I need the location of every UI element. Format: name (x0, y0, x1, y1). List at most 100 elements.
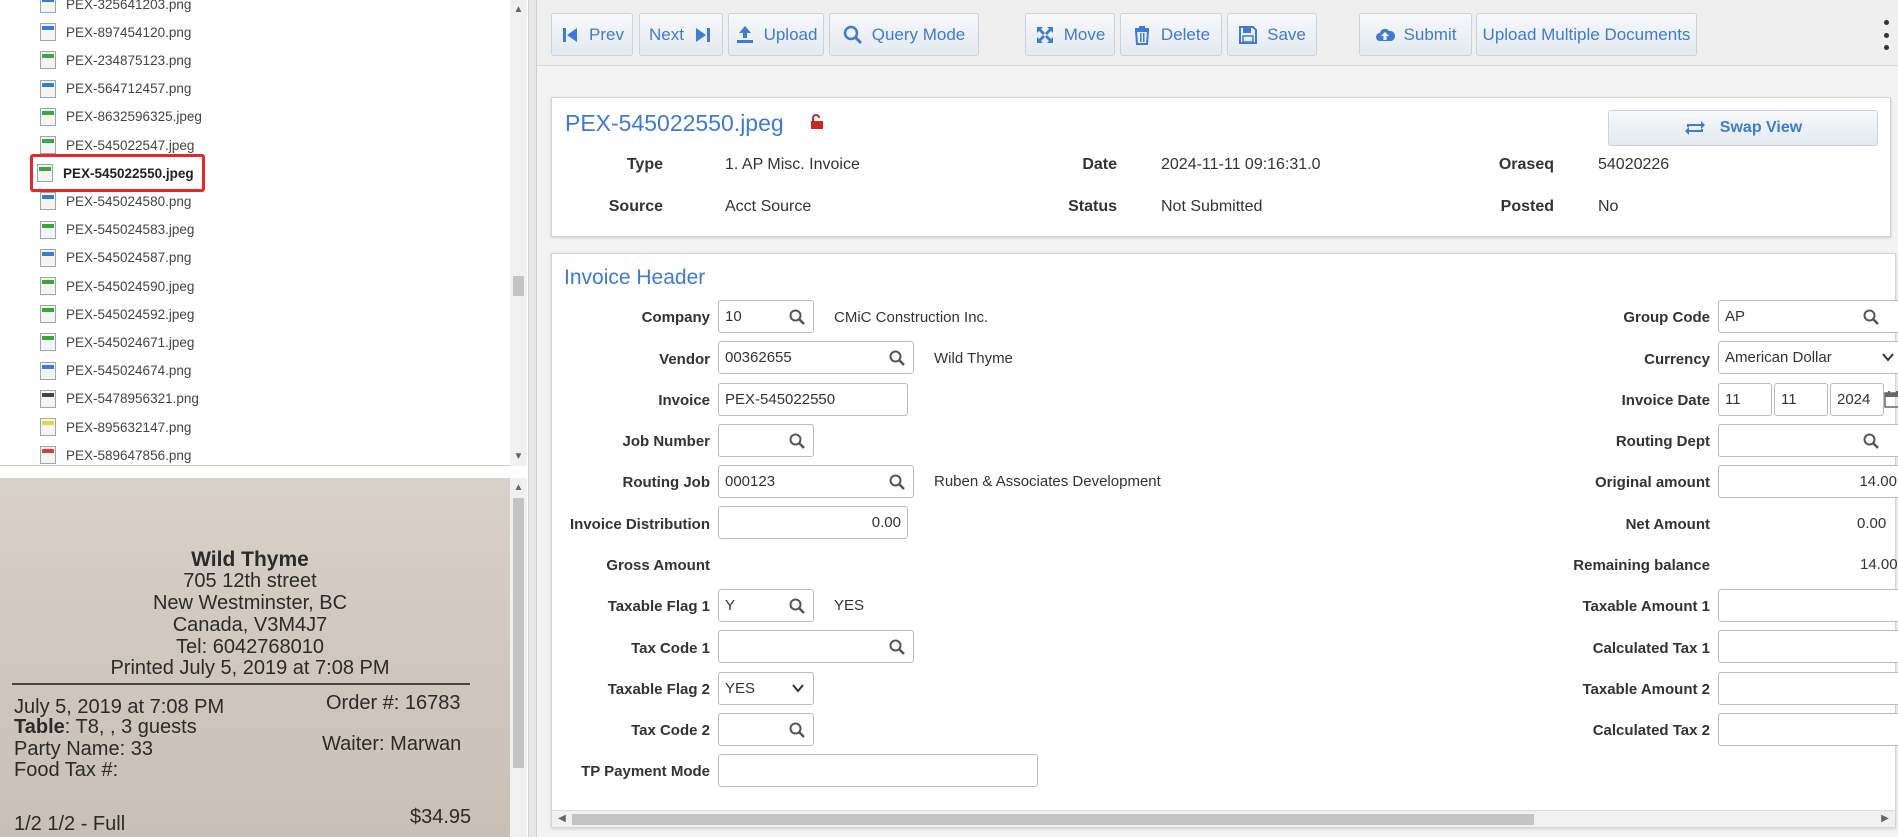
scroll-left-arrow[interactable]: ◀ (556, 813, 568, 825)
receipt-order: Order #: 16783 (326, 692, 461, 714)
tp-payment-mode-input[interactable] (718, 754, 1038, 787)
calculated-tax1-input[interactable] (1718, 630, 1898, 663)
next-button[interactable]: Next (639, 13, 723, 56)
group-code-input[interactable]: AP (1718, 300, 1898, 333)
horizontal-scrollbar[interactable]: ◀ ▶ (552, 810, 1895, 827)
search-icon[interactable] (889, 639, 905, 655)
file-item-label: PEX-545022550.jpeg (63, 165, 194, 181)
taxable-amount1-input[interactable] (1718, 589, 1898, 622)
company-input[interactable]: 10 (718, 300, 814, 333)
routing-job-label: Routing Job (622, 474, 710, 491)
file-list-scrollbar[interactable]: ▲ ▼ (510, 0, 527, 466)
calculated-tax2-input[interactable] (1718, 713, 1898, 746)
file-image-icon (40, 107, 56, 126)
right-pane: Prev Next Upload Query Mode Move Delete … (537, 0, 1898, 837)
skip-forward-icon (695, 27, 710, 42)
taxable-flag2-select[interactable]: YES (718, 672, 814, 705)
preview-scroll-up-arrow[interactable]: ▲ (513, 482, 524, 493)
search-icon[interactable] (789, 309, 805, 325)
file-item-selected[interactable]: PEX-545022550.jpeg (30, 154, 205, 193)
file-item[interactable]: PEX-564712457.png (40, 77, 191, 101)
horizontal-scroll-thumb[interactable] (572, 814, 1534, 825)
file-image-icon (40, 51, 56, 70)
toolbar: Prev Next Upload Query Mode Move Delete … (537, 0, 1898, 66)
receipt-image: Wild Thyme 705 12th street New Westminst… (0, 478, 500, 837)
upload-label: Upload (763, 24, 818, 44)
file-image-icon (40, 136, 56, 154)
scroll-right-arrow[interactable]: ▶ (1879, 813, 1891, 825)
file-list: PEX-325641203.png PEX-897454120.png PEX-23… (0, 0, 510, 466)
routing-dept-input[interactable] (1718, 424, 1898, 457)
currency-label: Currency (1644, 351, 1710, 368)
pane-splitter[interactable] (528, 0, 537, 837)
prev-button[interactable]: Prev (551, 13, 633, 56)
scroll-up-arrow[interactable]: ▲ (513, 4, 524, 15)
search-icon[interactable] (1863, 433, 1879, 449)
file-item[interactable]: PEX-325641203.png (40, 0, 191, 16)
job-number-input[interactable] (718, 424, 814, 457)
invoice-header-title: Invoice Header (564, 266, 706, 289)
tax-code2-input[interactable] (718, 713, 814, 746)
vendor-input[interactable]: 00362655 (718, 341, 914, 374)
receipt-street: 705 12th street (183, 570, 317, 592)
preview-scrollbar[interactable]: ▲ (510, 478, 527, 837)
file-item-label: PEX-545024587.png (66, 250, 192, 266)
move-button[interactable]: Move (1025, 13, 1115, 56)
document-info-panel: PEX-545022550.jpeg Swap View Type 1. AP … (551, 97, 1891, 237)
calendar-icon[interactable] (1884, 390, 1898, 408)
file-item[interactable]: PEX-234875123.png (40, 48, 191, 72)
taxable-flag1-input[interactable]: Y (718, 589, 814, 622)
search-icon[interactable] (1863, 309, 1879, 325)
upload-button[interactable]: Upload (728, 13, 824, 56)
file-item[interactable]: PEX-589647856.png (40, 443, 191, 465)
preview-scroll-thumb[interactable] (513, 498, 524, 768)
delete-button[interactable]: Delete (1120, 13, 1222, 56)
more-menu-icon[interactable] (1884, 20, 1890, 50)
swap-view-button[interactable]: Swap View (1608, 110, 1878, 146)
chevron-down-icon (792, 684, 804, 693)
upload-multiple-button[interactable]: Upload Multiple Documents (1476, 13, 1697, 56)
currency-select[interactable]: American Dollar (1718, 341, 1898, 374)
save-button[interactable]: Save (1227, 13, 1317, 56)
file-image-icon (40, 361, 56, 380)
scroll-down-arrow[interactable]: ▼ (513, 451, 524, 462)
invoice-date-year[interactable]: 2024 (1830, 383, 1884, 416)
query-mode-button[interactable]: Query Mode (829, 13, 979, 56)
invoice-date-day[interactable]: 11 (1774, 383, 1828, 416)
file-item[interactable]: PEX-545024580.png (40, 189, 191, 213)
company-value: 10 (725, 308, 742, 325)
file-item[interactable]: PEX-545024583.jpeg (40, 218, 194, 242)
file-image-icon (40, 418, 56, 436)
net-amount-value: 0.00 (1857, 515, 1887, 532)
routing-job-value: 000123 (725, 473, 776, 490)
file-item[interactable]: PEX-5478956321.png (40, 387, 199, 411)
search-icon[interactable] (889, 474, 905, 490)
search-icon[interactable] (789, 722, 805, 738)
file-item[interactable]: PEX-895632147.png (40, 415, 191, 439)
skip-back-icon (563, 27, 578, 42)
file-item[interactable]: PEX-545024587.png (40, 246, 191, 270)
taxable-amount2-input[interactable] (1718, 672, 1898, 705)
file-item[interactable]: PEX-897454120.png (40, 20, 191, 44)
invoice-input[interactable]: PEX-545022550 (718, 383, 908, 416)
search-icon[interactable] (789, 433, 805, 449)
routing-job-input[interactable]: 000123 (718, 465, 914, 498)
next-label: Next (649, 24, 684, 44)
scroll-thumb[interactable] (513, 276, 524, 296)
file-item[interactable]: PEX-545024674.png (40, 359, 191, 383)
receipt-item: 1/2 1/2 - Full (14, 813, 126, 835)
file-item[interactable]: PEX-545024590.jpeg (40, 274, 194, 298)
source-field: Source Acct Source Status Not Submitted … (552, 198, 1892, 218)
file-item[interactable]: PEX-545024671.jpeg (40, 330, 194, 354)
search-icon[interactable] (889, 350, 905, 366)
file-item[interactable]: PEX-545024592.jpeg (40, 302, 194, 326)
unlocked-lock-icon[interactable] (809, 114, 825, 130)
search-icon[interactable] (789, 598, 805, 614)
tax-code1-input[interactable] (718, 630, 914, 663)
receipt-table-label: Table (14, 716, 65, 738)
file-item[interactable]: PEX-8632596325.jpeg (40, 105, 202, 129)
original-amount-input[interactable]: 14.00 (1718, 465, 1898, 498)
submit-button[interactable]: Submit (1359, 13, 1472, 56)
invoice-distribution-input[interactable]: 0.00 (718, 506, 908, 539)
invoice-date-month[interactable]: 11 (1718, 383, 1772, 416)
